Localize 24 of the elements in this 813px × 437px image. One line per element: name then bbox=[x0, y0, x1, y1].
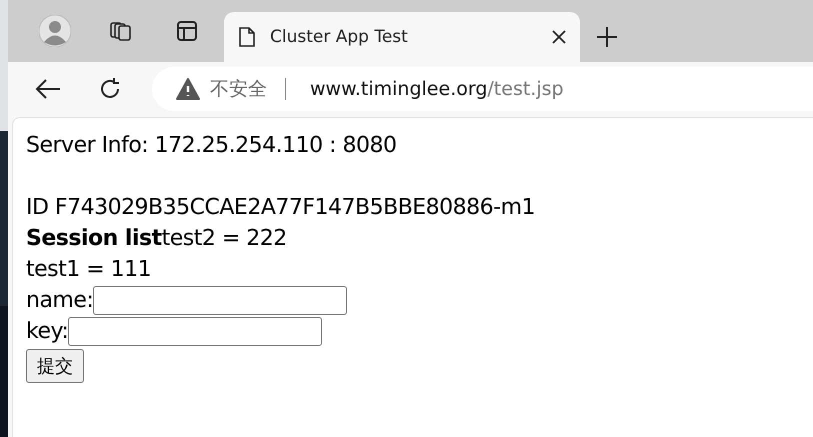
browser-tab[interactable]: Cluster App Test bbox=[224, 12, 580, 62]
close-icon[interactable] bbox=[552, 30, 566, 44]
page-icon bbox=[238, 26, 256, 48]
refresh-icon[interactable] bbox=[98, 77, 122, 101]
input-field[interactable] bbox=[68, 317, 322, 346]
address-bar[interactable]: 不安全 www.timinglee.org/test.jsp bbox=[152, 67, 813, 111]
new-tab-icon[interactable] bbox=[596, 26, 618, 48]
back-icon[interactable] bbox=[35, 78, 61, 100]
url-path: /test.jsp bbox=[487, 78, 564, 100]
url-host: www.timinglee.org bbox=[310, 78, 488, 100]
submit-button[interactable]: 提交 bbox=[26, 349, 84, 383]
session-list: Session listtest2 = 222 bbox=[26, 226, 287, 251]
warning-icon bbox=[176, 78, 200, 100]
security-label: 不安全 bbox=[210, 77, 267, 102]
tab-title: Cluster App Test bbox=[270, 27, 409, 47]
profile-icon[interactable] bbox=[39, 15, 71, 47]
field-label: name: bbox=[26, 287, 94, 315]
sidebar-icon[interactable] bbox=[176, 20, 198, 42]
field-label: key: bbox=[26, 318, 68, 346]
workspaces-icon[interactable] bbox=[109, 19, 133, 43]
session-id: ID F743029B35CCAE2A77F147B5BBE80886-m1 bbox=[26, 195, 536, 220]
input-field[interactable] bbox=[93, 286, 348, 315]
server-info: Server Info: 172.25.254.110 : 8080 bbox=[26, 132, 397, 160]
session-entry: test1 = 111 bbox=[26, 257, 152, 282]
